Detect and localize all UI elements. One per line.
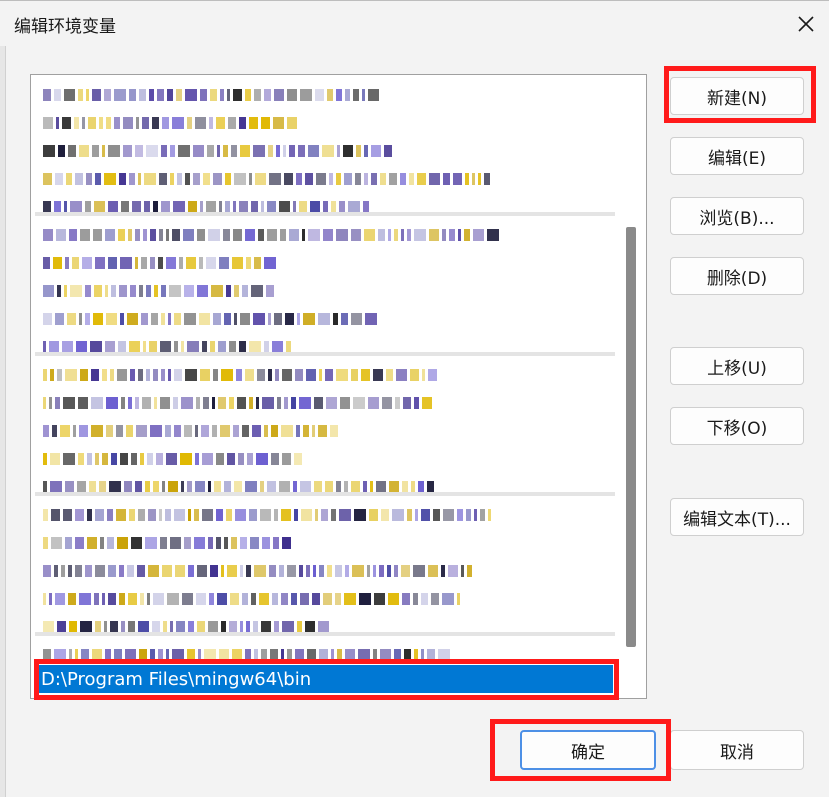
list-item[interactable] [35,193,615,221]
obscured-path-text [43,368,437,382]
list-separator [35,352,615,356]
close-icon [798,16,814,32]
list-item[interactable] [35,417,615,445]
title-bar: 编辑环境变量 [0,0,829,46]
list-separator [35,492,615,496]
list-separator [35,212,615,216]
obscured-path-text [43,116,297,130]
close-button[interactable] [783,1,829,47]
list-item[interactable] [35,529,615,557]
list-item[interactable] [35,109,615,137]
obscured-path-text [43,592,460,606]
list-item[interactable] [35,221,615,249]
list-item[interactable] [35,473,615,501]
edit-button[interactable]: 编辑(E) [670,137,804,175]
obscured-path-text [43,564,472,578]
window-title: 编辑环境变量 [14,17,116,37]
list-item[interactable] [35,249,615,277]
list-item[interactable] [35,305,615,333]
list-item[interactable] [35,389,615,417]
obscured-path-text [43,424,338,438]
obscured-path-text [43,536,291,550]
list-item[interactable] [35,501,615,529]
list-item[interactable] [35,613,615,641]
obscured-path-text [43,312,377,326]
list-item[interactable] [35,557,615,585]
list-item[interactable] [35,445,615,473]
list-item[interactable] [35,277,615,305]
selected-path-text: D:\Program Files\mingw64\bin [41,668,312,690]
obscured-path-text [43,452,302,466]
list-item[interactable] [35,361,615,389]
list-item[interactable] [35,137,615,165]
obscured-path-text [43,284,274,298]
obscured-path-text [43,396,432,410]
list-item[interactable] [35,585,615,613]
obscured-path-text [43,88,379,102]
path-list[interactable]: D:\Program Files\mingw64\bin [30,74,647,699]
browse-button[interactable]: 浏览(B)... [670,197,804,235]
obscured-path-text [43,228,499,242]
obscured-path-text [43,648,450,662]
list-item[interactable] [35,333,615,361]
ok-button[interactable]: 确定 [520,730,656,770]
obscured-path-text [43,144,392,158]
list-scrollbar[interactable] [621,79,641,694]
background-window-edge [0,46,6,797]
list-item[interactable] [35,81,615,109]
new-button[interactable]: 新建(N) [670,77,804,115]
list-item[interactable] [35,165,615,193]
obscured-path-text [43,256,276,270]
obscured-path-text [43,508,491,522]
list-separator [35,632,615,636]
delete-button[interactable]: 删除(D) [670,257,804,295]
list-item-selected[interactable]: D:\Program Files\mingw64\bin [37,665,613,693]
scrollbar-thumb[interactable] [626,227,636,647]
obscured-path-text [43,172,490,186]
cancel-button[interactable]: 取消 [670,730,804,770]
edit-text-button[interactable]: 编辑文本(T)... [670,498,804,536]
move-down-button[interactable]: 下移(O) [670,407,804,445]
move-up-button[interactable]: 上移(U) [670,347,804,385]
